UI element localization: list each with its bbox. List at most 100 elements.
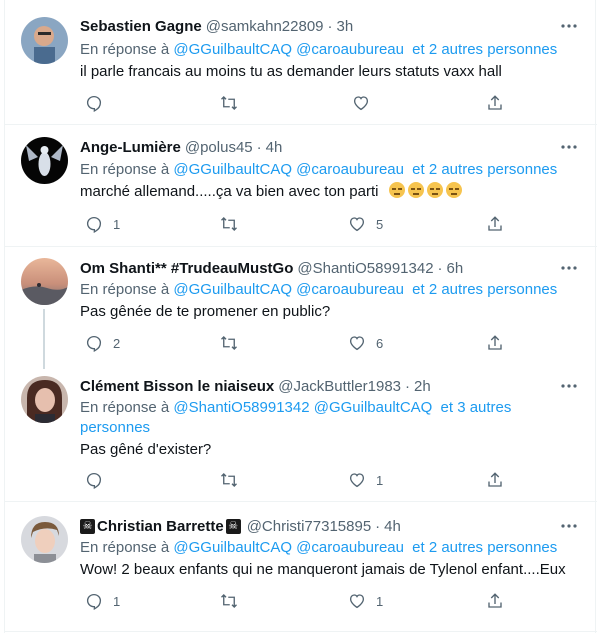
tweet-feed: Sebastien Gagne @samkahn22809 · 3h En ré… [4,0,597,633]
like-button[interactable]: 5 [348,214,383,234]
reply-others-link[interactable]: et 2 autres personnes [412,539,557,556]
author-name[interactable]: Om Shanti** #TrudeauMustGo [80,260,293,277]
more-options-icon[interactable] [559,260,579,276]
author-name[interactable]: Christian Barrette [97,518,224,535]
author-handle[interactable]: @polus45 [185,139,253,156]
reply-button[interactable] [85,470,113,490]
reply-others-link[interactable]: et 2 autres personnes [412,161,557,178]
reply-mentions-link[interactable]: @GGuilbaultCAQ @caroaubureau [173,161,404,178]
retweet-button[interactable] [219,214,249,234]
retweet-icon [219,471,239,489]
tweet-actions: 2 6 [80,333,510,353]
retweet-button[interactable] [219,333,249,353]
expressionless-face-emoji [388,182,405,198]
share-icon [486,471,504,489]
like-count: 6 [376,335,384,351]
retweet-icon [219,215,239,233]
tweet-text: Pas gênée de te promener en public? [80,303,331,320]
reply-icon [85,215,103,233]
reply-context: En réponse à @GGuilbaultCAQ @caroauburea… [80,40,570,60]
share-button[interactable] [486,214,504,234]
avatar[interactable] [21,516,68,563]
like-count: 1 [376,472,384,488]
tweet-actions: 1 5 [80,214,510,234]
reply-button[interactable]: 2 [85,333,120,353]
reply-button[interactable]: 1 [85,214,120,234]
share-button[interactable] [486,591,504,611]
author-handle[interactable]: @JackButtler1983 [278,378,401,395]
reply-others-link-continued[interactable]: personnes [80,419,150,436]
like-button[interactable] [352,93,380,113]
reply-prefix: En réponse à [80,41,170,58]
heart-icon [352,94,370,112]
tweet-text: il parle francais au moins tu as demande… [80,63,502,80]
like-count: 5 [376,216,384,232]
more-options-icon[interactable] [559,18,579,34]
avatar[interactable] [21,137,68,184]
like-button[interactable]: 1 [348,591,383,611]
reply-others-link[interactable]: et 2 autres personnes [412,41,557,58]
tweet[interactable]: Om Shanti** #TrudeauMustGo @ShantiO58991… [5,247,597,369]
timestamp[interactable]: 6h [447,260,464,277]
reply-mentions-link[interactable]: @ShantiO58991342 @GGuilbaultCAQ [173,399,432,416]
author-handle[interactable]: @ShantiO58991342 [297,260,433,277]
tweet-header: Sebastien Gagne @samkahn22809 · 3h [80,16,353,36]
author-handle[interactable]: @samkahn22809 [206,18,324,35]
avatar[interactable] [21,258,68,305]
reply-prefix: En réponse à [80,399,170,416]
heart-icon [348,592,366,610]
share-button[interactable] [486,333,504,353]
like-button[interactable]: 6 [348,333,383,353]
avatar[interactable] [21,376,68,423]
separator-dot: · [375,517,381,535]
reply-icon [85,471,103,489]
tweet[interactable]: Ange-Lumière @polus45 · 4h En réponse à … [5,125,597,247]
retweet-button[interactable] [219,93,249,113]
more-options-icon[interactable] [559,518,579,534]
separator-dot: · [405,377,411,395]
tweet-header: ☠ Christian Barrette ☠ @Christi77315895 … [80,516,401,536]
separator-dot: · [256,138,262,156]
tweet[interactable]: ☠ Christian Barrette ☠ @Christi77315895 … [5,502,597,632]
more-options-icon[interactable] [559,378,579,394]
retweet-button[interactable] [219,591,249,611]
more-options-icon[interactable] [559,139,579,155]
share-button[interactable] [486,470,504,490]
like-count: 1 [376,593,384,609]
timestamp[interactable]: 3h [337,18,354,35]
share-icon [486,334,504,352]
tweet[interactable]: Clément Bisson le niaiseux @JackButtler1… [5,365,597,502]
timestamp[interactable]: 4h [266,139,283,156]
reply-mentions-link[interactable]: @GGuilbaultCAQ @caroaubureau [173,539,404,556]
reply-count: 1 [113,593,121,609]
share-icon [486,215,504,233]
reply-others-link[interactable]: et 2 autres personnes [412,281,557,298]
author-handle[interactable]: @Christi77315895 [247,518,371,535]
reply-button[interactable] [85,93,113,113]
reply-mentions-link[interactable]: @GGuilbaultCAQ @caroaubureau [173,281,404,298]
share-button[interactable] [486,93,504,113]
tweet[interactable]: Sebastien Gagne @samkahn22809 · 3h En ré… [5,0,597,125]
retweet-icon [219,94,239,112]
timestamp[interactable]: 4h [384,518,401,535]
thread-line [43,309,45,369]
reply-prefix: En réponse à [80,539,170,556]
tweet-actions: 1 [80,470,510,490]
author-name[interactable]: Ange-Lumière [80,139,181,156]
author-name[interactable]: Clément Bisson le niaiseux [80,378,274,395]
like-button[interactable]: 1 [348,470,383,490]
reply-prefix: En réponse à [80,161,170,178]
expressionless-face-emoji [407,182,424,198]
tweet-text: Wow! 2 beaux enfants qui ne manqueront j… [80,561,566,578]
reply-icon [85,94,103,112]
reply-others-link[interactable]: et 3 autres [441,399,512,416]
tweet-text: Pas gêné d'exister? [80,441,212,458]
retweet-button[interactable] [219,470,249,490]
reply-button[interactable]: 1 [85,591,120,611]
tweet-text-content: marché allemand.....ça va bien avec ton … [80,183,379,200]
timestamp[interactable]: 2h [414,378,431,395]
author-name[interactable]: Sebastien Gagne [80,18,202,35]
avatar[interactable] [21,17,68,64]
expressionless-face-emoji [445,182,462,198]
reply-mentions-link[interactable]: @GGuilbaultCAQ @caroaubureau [173,41,404,58]
